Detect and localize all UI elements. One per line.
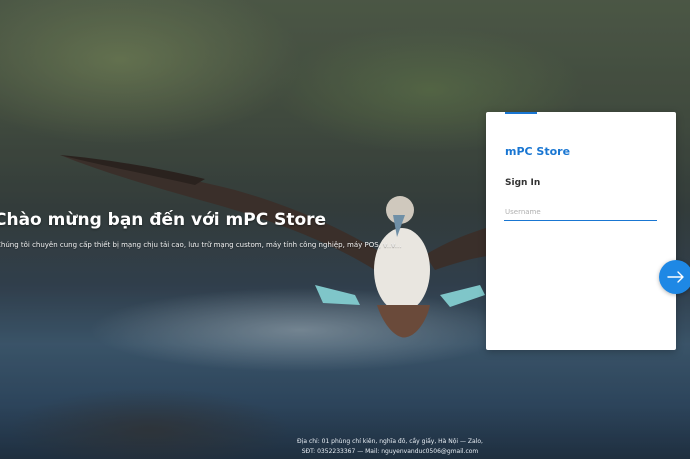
footer-address: Địa chỉ: 01 phùng chí kiên, nghĩa đô, cầ… (297, 438, 483, 445)
next-button[interactable] (659, 260, 690, 294)
welcome-title: Chào mừng bạn đến với mPC Store (0, 210, 327, 230)
sign-in-heading: Sign In (505, 178, 541, 188)
login-brand: mPC Store (505, 145, 571, 158)
welcome-subtitle: Chúng tôi chuyên cung cấp thiết bị mạng … (0, 241, 402, 249)
footer-contact: SĐT: 0352233367 — Mail: nguyenvanduc0506… (301, 448, 479, 455)
arrow-right-icon (667, 271, 684, 283)
username-input[interactable] (504, 204, 657, 221)
footer: Địa chỉ: 01 phùng chí kiên, nghĩa đô, cầ… (230, 437, 550, 457)
card-accent-bar (505, 112, 537, 114)
login-card: mPC Store Sign In (486, 112, 676, 350)
